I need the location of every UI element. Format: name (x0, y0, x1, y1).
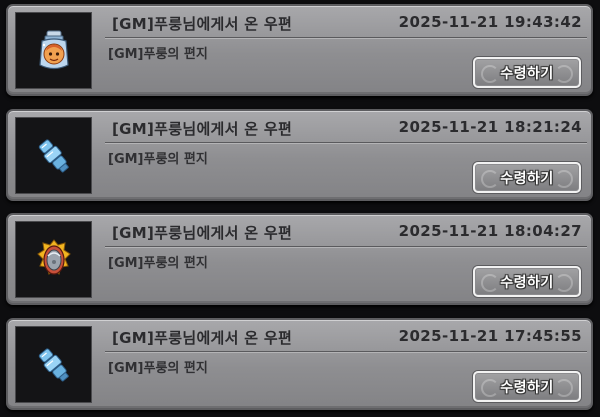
mail-subject: [GM]푸룽의 편지 (108, 152, 208, 167)
claim-button-label: 수령하기 (500, 379, 554, 396)
divider (105, 142, 587, 143)
mail-timestamp: 2025-11-21 17:45:55 (398, 327, 582, 345)
item-icon-frame (15, 12, 92, 89)
mail-timestamp: 2025-11-21 18:21:24 (398, 118, 582, 136)
mail-subject: [GM]푸룽의 편지 (108, 47, 208, 62)
claim-button[interactable]: 수령하기 (473, 266, 581, 297)
divider (105, 351, 587, 352)
claim-button-label: 수령하기 (500, 65, 554, 82)
claim-button[interactable]: 수령하기 (473, 371, 581, 402)
item-icon-frame (15, 117, 92, 194)
mail-card[interactable]: [GM]푸룽님에게서 온 우편 2025-11-21 19:43:42 [GM]… (6, 4, 593, 96)
blue-crystal-icon (38, 347, 69, 381)
potion-jar-icon (38, 30, 69, 69)
item-icon-frame (15, 326, 92, 403)
mail-sender-title: [GM]푸룽님에게서 온 우편 (112, 224, 293, 242)
divider (105, 246, 587, 247)
mail-list: [GM]푸룽님에게서 온 우편 2025-11-21 19:43:42 [GM]… (0, 0, 600, 417)
golden-shield-icon (36, 238, 71, 275)
mail-timestamp: 2025-11-21 18:04:27 (398, 222, 582, 240)
mail-card[interactable]: [GM]푸룽님에게서 온 우편 2025-11-21 18:04:27 [GM]… (6, 213, 593, 305)
mail-sender-title: [GM]푸룽님에게서 온 우편 (112, 15, 293, 33)
mail-subject: [GM]푸룽의 편지 (108, 361, 208, 376)
mail-timestamp: 2025-11-21 19:43:42 (398, 13, 582, 31)
mail-card[interactable]: [GM]푸룽님에게서 온 우편 2025-11-21 17:45:55 [GM]… (6, 318, 593, 410)
mail-sender-title: [GM]푸룽님에게서 온 우편 (112, 329, 293, 347)
claim-button-label: 수령하기 (500, 274, 554, 291)
mail-card[interactable]: [GM]푸룽님에게서 온 우편 2025-11-21 18:21:24 [GM]… (6, 109, 593, 201)
claim-button[interactable]: 수령하기 (473, 57, 581, 88)
claim-button[interactable]: 수령하기 (473, 162, 581, 193)
divider (105, 37, 587, 38)
mail-sender-title: [GM]푸룽님에게서 온 우편 (112, 120, 293, 138)
blue-crystal-icon (38, 138, 69, 172)
mail-subject: [GM]푸룽의 편지 (108, 256, 208, 271)
item-icon-frame (15, 221, 92, 298)
claim-button-label: 수령하기 (500, 170, 554, 187)
